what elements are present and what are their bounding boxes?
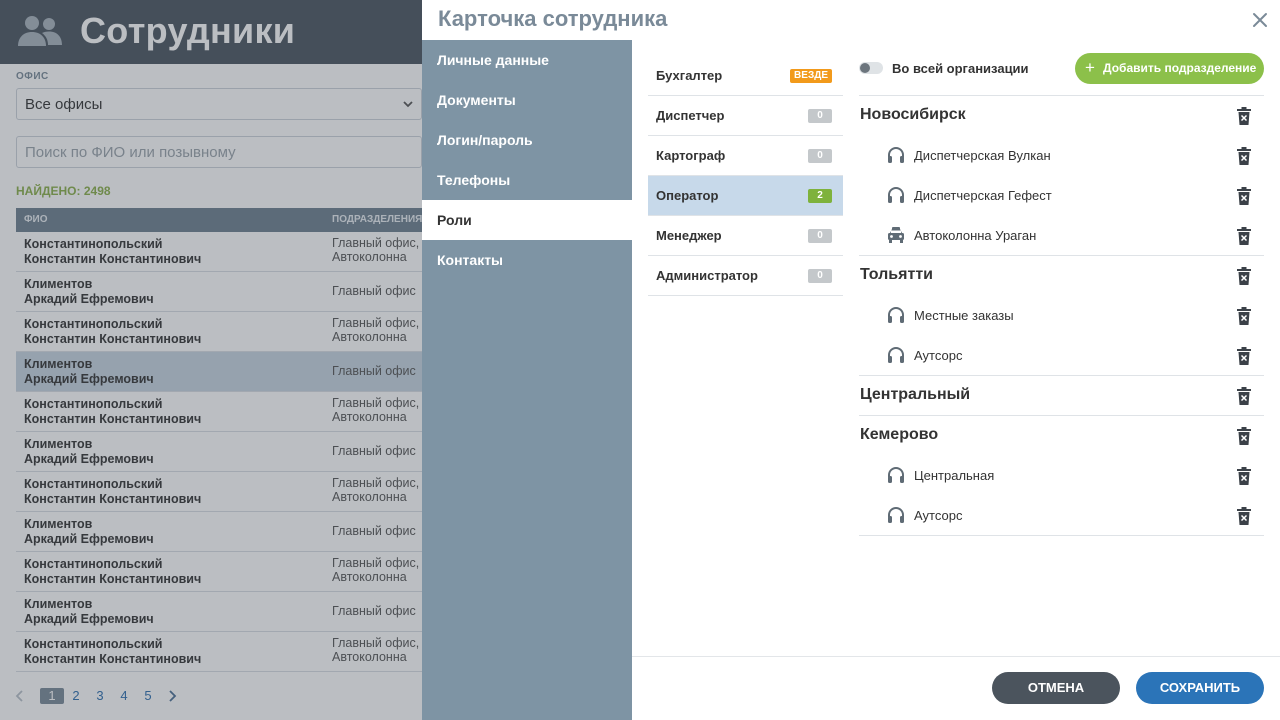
headset-icon [888, 307, 904, 323]
department-item-label: Диспетчерская Вулкан [914, 148, 1051, 163]
department-item-label: Автоколонна Ураган [914, 228, 1037, 243]
trash-icon[interactable] [1236, 107, 1252, 125]
nav-login-password[interactable]: Логин/пароль [422, 120, 632, 160]
role-badge: 0 [808, 229, 832, 243]
nav-documents[interactable]: Документы [422, 80, 632, 120]
plus-icon: + [1085, 58, 1095, 77]
trash-icon[interactable] [1236, 387, 1252, 405]
divider [859, 255, 1264, 256]
nav-phones[interactable]: Телефоны [422, 160, 632, 200]
add-department-label: Добавить подразделение [1103, 61, 1257, 75]
save-button[interactable]: СОХРАНИТЬ [1136, 672, 1264, 704]
taxi-icon [888, 227, 904, 243]
nav-personal-data[interactable]: Личные данные [422, 40, 632, 80]
role-label: Бухгалтер [656, 68, 723, 83]
department-group-title: Новосибирск [860, 106, 966, 123]
role-operator[interactable]: Оператор 2 [648, 176, 843, 216]
headset-icon [888, 507, 904, 523]
close-icon[interactable] [1250, 10, 1270, 30]
modal-header: Карточка сотрудника [422, 0, 1280, 40]
nav-roles[interactable]: Роли [422, 200, 632, 240]
role-badge: 0 [808, 149, 832, 163]
role-badge: 2 [808, 189, 832, 203]
department-group-title: Центральный [860, 386, 971, 403]
employee-card-modal: Карточка сотрудника Личные данные Докуме… [422, 0, 1280, 720]
trash-icon[interactable] [1236, 347, 1252, 365]
headset-icon [888, 347, 904, 363]
trash-icon[interactable] [1236, 427, 1252, 445]
trash-icon[interactable] [1236, 187, 1252, 205]
department-item-label: Диспетчерская Гефест [914, 188, 1052, 203]
trash-icon[interactable] [1236, 307, 1252, 325]
footer-divider [632, 656, 1280, 657]
divider [859, 415, 1264, 416]
trash-icon[interactable] [1236, 507, 1252, 525]
trash-icon[interactable] [1236, 227, 1252, 245]
department-group-title: Тольятти [860, 266, 933, 283]
role-label: Администратор [656, 268, 758, 283]
department-item-label: Аутсорс [914, 508, 963, 523]
headset-icon [888, 467, 904, 483]
role-label: Диспетчер [656, 108, 725, 123]
modal-side-nav: Личные данные Документы Логин/пароль Тел… [422, 40, 632, 720]
role-dispatcher[interactable]: Диспетчер 0 [648, 96, 843, 136]
role-accountant[interactable]: Бухгалтер ВЕЗДЕ [648, 56, 843, 96]
role-label: Менеджер [656, 228, 722, 243]
role-manager[interactable]: Менеджер 0 [648, 216, 843, 256]
whole-organization-label: Во всей организации [892, 61, 1029, 76]
trash-icon[interactable] [1236, 267, 1252, 285]
cancel-button[interactable]: ОТМЕНА [992, 672, 1120, 704]
department-group-title: Кемерово [860, 426, 939, 443]
role-administrator[interactable]: Администратор 0 [648, 256, 843, 296]
role-badge: 0 [808, 269, 832, 283]
role-badge: 0 [808, 109, 832, 123]
role-label: Картограф [656, 148, 726, 163]
role-badge: ВЕЗДЕ [790, 69, 832, 83]
modal-title: Карточка сотрудника [438, 6, 668, 31]
toggle-knob [860, 63, 870, 73]
department-item-label: Аутсорс [914, 348, 963, 363]
divider [859, 535, 1264, 536]
role-label: Оператор [656, 188, 719, 203]
whole-organization-toggle[interactable] [859, 62, 883, 74]
department-item-label: Центральная [914, 468, 995, 483]
trash-icon[interactable] [1236, 467, 1252, 485]
add-department-button[interactable]: + Добавить подразделение [1075, 53, 1264, 84]
role-cartographer[interactable]: Картограф 0 [648, 136, 843, 176]
department-item-label: Местные заказы [914, 308, 1014, 323]
divider [859, 95, 1264, 96]
trash-icon[interactable] [1236, 147, 1252, 165]
nav-contacts[interactable]: Контакты [422, 240, 632, 280]
headset-icon [888, 187, 904, 203]
headset-icon [888, 147, 904, 163]
divider [859, 375, 1264, 376]
